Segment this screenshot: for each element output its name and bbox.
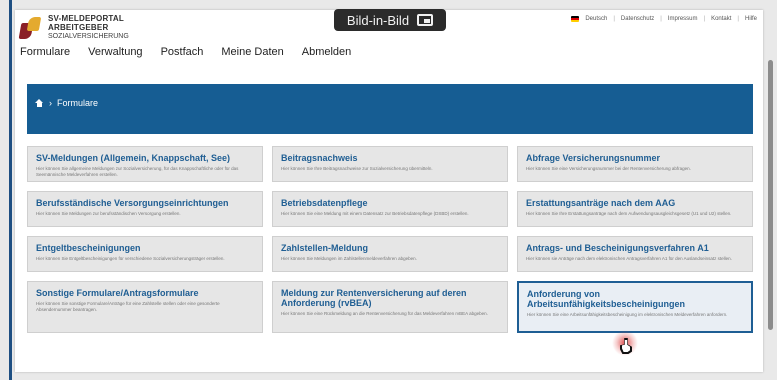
tile-description: Hier können Sie eine Meldung mit einem D… <box>281 211 469 216</box>
brand-line-1: SV-MELDEPORTAL <box>48 14 124 23</box>
tile-description: Hier können Sie Entgeltbescheinigungen f… <box>36 256 225 261</box>
pip-label: Bild-in-Bild <box>346 12 410 28</box>
tile-title: Zahlstellen-Meldung <box>281 243 369 253</box>
tile-title: Anforderung von Arbeitsunfähigkeitsbesch… <box>527 289 686 309</box>
tile-au-bescheinigungen[interactable]: Anforderung von Arbeitsunfähigkeitsbesch… <box>517 281 753 333</box>
tile-title: Betriebsdatenpflege <box>281 198 368 208</box>
nav-formulare[interactable]: Formulare <box>20 46 70 58</box>
tile-description: Hier können Sie eine Rückmeldung an die … <box>281 311 488 316</box>
nav-meine-daten[interactable]: Meine Daten <box>221 46 283 58</box>
hilfe-link[interactable]: Hilfe <box>745 16 757 22</box>
tile-title: Erstattungsanträge nach dem AAG <box>526 198 676 208</box>
logo-mark-icon <box>18 15 42 41</box>
tile-betriebsdatenpflege[interactable]: Betriebsdatenpflege Hier können Sie eine… <box>272 191 508 227</box>
tile-description: Hier können Sie Ihre Beitragsnachweise z… <box>281 166 433 171</box>
tile-description: Hier können Sie eine Arbeitsunfähigkeits… <box>527 312 728 317</box>
tile-abfrage-versicherungsnummer[interactable]: Abfrage Versicherungsnummer Hier können … <box>517 146 753 182</box>
tile-a1-verfahren[interactable]: Antrags- und Bescheinigungsverfahren A1 … <box>517 236 753 272</box>
tile-description: Hier können Sie Meldungen zur berufsstän… <box>36 211 181 216</box>
flag-de-icon <box>571 16 580 22</box>
tile-berufsstaendische-versorgung[interactable]: Berufsständische Versorgungseinrichtunge… <box>27 191 263 227</box>
tile-zahlstellen-meldung[interactable]: Zahlstellen-Meldung Hier können Sie Meld… <box>272 236 508 272</box>
tile-sv-meldungen[interactable]: SV-Meldungen (Allgemein, Knappschaft, Se… <box>27 146 263 182</box>
forms-tile-grid: SV-Meldungen (Allgemein, Knappschaft, Se… <box>27 146 753 333</box>
tile-rvbea-meldung[interactable]: Meldung zur Rentenversicherung auf deren… <box>272 281 508 333</box>
breadcrumb-band: › Formulare <box>27 84 753 134</box>
picture-in-picture-button[interactable]: Bild-in-Bild <box>334 9 446 31</box>
window-left-border <box>9 0 12 380</box>
breadcrumb-current: Formulare <box>57 98 99 108</box>
tile-beitragsnachweis[interactable]: Beitragsnachweis Hier können Sie Ihre Be… <box>272 146 508 182</box>
tile-description: Hier können Sie eine Versicherungsnummer… <box>526 166 691 171</box>
tile-title: Antrags- und Bescheinigungsverfahren A1 <box>526 243 709 253</box>
tile-description: Hier können sie Anträge nach dem elektro… <box>526 256 732 261</box>
tile-title: SV-Meldungen (Allgemein, Knappschaft, Se… <box>36 153 231 163</box>
tile-description: Hier können Sie allgemeine Meldungen zur… <box>36 166 239 177</box>
brand-line-2: ARBEITGEBER <box>48 23 109 32</box>
page-scrollbar[interactable] <box>768 60 773 330</box>
language-link[interactable]: Deutsch <box>585 16 607 22</box>
top-meta-links: Deutsch | Datenschutz | Impressum | Kont… <box>571 16 757 22</box>
impressum-link[interactable]: Impressum <box>668 16 698 22</box>
mouse-cursor-hand-icon <box>612 330 638 356</box>
tile-title: Sonstige Formulare/Antragsformulare <box>36 288 199 298</box>
tile-description: Hier können Sie sonstige Formulare/Anträ… <box>36 301 220 312</box>
tile-description: Hier können Sie Meldungen im Zahlstellen… <box>281 256 417 261</box>
tile-title: Beitragsnachweis <box>281 153 358 163</box>
tile-sonstige-formulare[interactable]: Sonstige Formulare/Antragsformulare Hier… <box>27 281 263 333</box>
tile-title: Berufsständische Versorgungseinrichtunge… <box>36 198 229 208</box>
breadcrumb: › Formulare <box>35 98 98 108</box>
tile-entgeltbescheinigungen[interactable]: Entgeltbescheinigungen Hier können Sie E… <box>27 236 263 272</box>
nav-verwaltung[interactable]: Verwaltung <box>88 46 142 58</box>
tile-title: Abfrage Versicherungsnummer <box>526 153 661 163</box>
brand-line-3: SOZIALVERSICHERUNG <box>48 33 129 40</box>
tile-title: Entgeltbescheinigungen <box>36 243 141 253</box>
datenschutz-link[interactable]: Datenschutz <box>621 16 654 22</box>
kontakt-link[interactable]: Kontakt <box>711 16 731 22</box>
home-icon[interactable] <box>35 99 44 107</box>
tile-description: Hier können Sie Ihre Erstattungsanträge … <box>526 211 732 216</box>
main-nav: Formulare Verwaltung Postfach Meine Date… <box>20 46 351 58</box>
tile-title: Meldung zur Rentenversicherung auf deren… <box>281 288 467 308</box>
brand-logo[interactable]: SV-MELDEPORTAL ARBEITGEBER SOZIALVERSICH… <box>18 14 129 41</box>
nav-abmelden[interactable]: Abmelden <box>302 46 352 58</box>
breadcrumb-separator-icon: › <box>49 98 52 108</box>
pip-icon <box>417 14 434 26</box>
tile-erstattungsantraege-aag[interactable]: Erstattungsanträge nach dem AAG Hier kön… <box>517 191 753 227</box>
nav-postfach[interactable]: Postfach <box>161 46 204 58</box>
